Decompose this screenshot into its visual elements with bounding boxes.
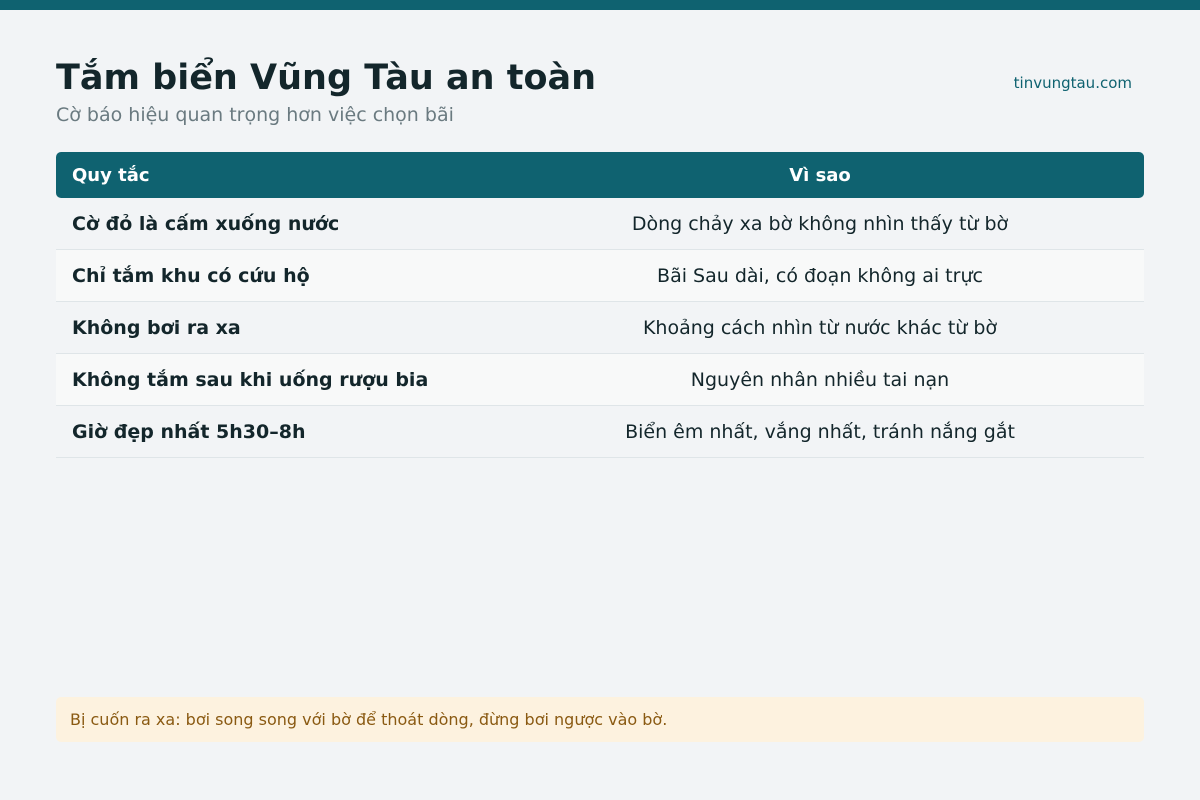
- reason-cell: Bãi Sau dài, có đoạn không ai trực: [496, 249, 1144, 302]
- rule-cell: Chỉ tắm khu có cứu hộ: [56, 249, 496, 302]
- rule-cell: Cờ đỏ là cấm xuống nước: [56, 198, 496, 250]
- reason-cell: Dòng chảy xa bờ không nhìn thấy từ bờ: [496, 198, 1144, 250]
- page-subtitle: Cờ báo hiệu quan trọng hơn việc chọn bãi: [56, 104, 454, 126]
- rules-table: Quy tắc Vì sao Cờ đỏ là cấm xuống nước D…: [56, 152, 1144, 458]
- table-row: Cờ đỏ là cấm xuống nước Dòng chảy xa bờ …: [56, 198, 1144, 250]
- rule-cell: Giờ đẹp nhất 5h30–8h: [56, 405, 496, 458]
- table-row: Không tắm sau khi uống rượu bia Nguyên n…: [56, 353, 1144, 406]
- rule-cell: Không bơi ra xa: [56, 301, 496, 354]
- top-accent-bar: [0, 0, 1200, 10]
- column-header-why: Vì sao: [496, 152, 1144, 198]
- rule-cell: Không tắm sau khi uống rượu bia: [56, 353, 496, 406]
- column-header-rule: Quy tắc: [56, 152, 496, 198]
- safety-note: Bị cuốn ra xa: bơi song song với bờ để t…: [56, 697, 1144, 742]
- site-link[interactable]: tinvungtau.com: [1014, 74, 1132, 92]
- reason-cell: Khoảng cách nhìn từ nước khác từ bờ: [496, 301, 1144, 354]
- page-header: Tắm biển Vũng Tàu an toàn Cờ báo hiệu qu…: [56, 56, 1144, 128]
- reason-cell: Nguyên nhân nhiều tai nạn: [496, 353, 1144, 406]
- page-title: Tắm biển Vũng Tàu an toàn: [56, 58, 597, 98]
- table-header: Quy tắc Vì sao: [56, 152, 1144, 198]
- table-row: Giờ đẹp nhất 5h30–8h Biển êm nhất, vắng …: [56, 405, 1144, 458]
- table-row: Không bơi ra xa Khoảng cách nhìn từ nước…: [56, 301, 1144, 354]
- reason-cell: Biển êm nhất, vắng nhất, tránh nắng gắt: [496, 405, 1144, 458]
- table-body: Cờ đỏ là cấm xuống nước Dòng chảy xa bờ …: [56, 198, 1144, 458]
- table-row: Chỉ tắm khu có cứu hộ Bãi Sau dài, có đo…: [56, 249, 1144, 302]
- table-header-row: Quy tắc Vì sao: [56, 152, 1144, 198]
